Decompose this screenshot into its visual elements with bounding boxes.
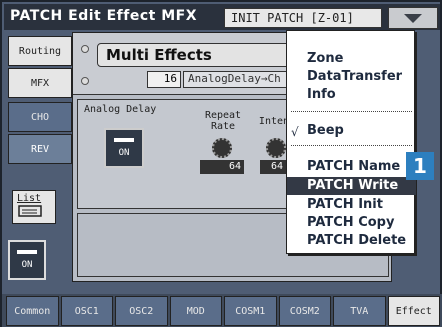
check-icon: √ xyxy=(291,125,299,139)
tab-effect[interactable]: Effect xyxy=(387,296,440,326)
intensity-value: 64 xyxy=(260,160,286,174)
menu-divider xyxy=(291,111,412,112)
menu-item-patch-write[interactable]: PATCH Write xyxy=(287,177,416,195)
screw-icon xyxy=(81,45,89,53)
list-icon xyxy=(18,205,42,217)
section-label: Analog Delay xyxy=(84,104,157,115)
callout-badge: 1 xyxy=(406,152,434,180)
tab-cosm2-label: COSM2 xyxy=(289,305,320,317)
tab-common-label: Common xyxy=(14,305,51,317)
mfx-on-label: ON xyxy=(21,260,33,270)
tab-rev-label: REV xyxy=(30,143,50,155)
effect-on-label: ON xyxy=(118,148,130,158)
switch-bar-icon xyxy=(17,250,37,254)
title-bar: PATCH Edit Effect MFX INIT PATCH [Z-01] xyxy=(4,4,440,30)
page-title: PATCH Edit Effect MFX xyxy=(10,8,197,24)
tab-cosm2[interactable]: COSM2 xyxy=(278,296,331,326)
effect-on-button[interactable]: ON xyxy=(104,128,144,168)
tab-cho[interactable]: CHO xyxy=(8,102,72,132)
tab-tva[interactable]: TVA xyxy=(333,296,386,326)
tab-cho-label: CHO xyxy=(30,111,50,123)
intensity-knob[interactable] xyxy=(266,138,286,158)
tab-osc2-label: OSC2 xyxy=(129,305,154,317)
tab-cosm1[interactable]: COSM1 xyxy=(224,296,277,326)
tab-effect-label: Effect xyxy=(395,305,432,317)
menu-item-info[interactable]: Info xyxy=(307,87,336,102)
tab-routing[interactable]: Routing xyxy=(8,36,72,66)
repeat-rate-knob[interactable] xyxy=(212,138,232,158)
tab-osc2[interactable]: OSC2 xyxy=(115,296,168,326)
tab-mfx-label: MFX xyxy=(30,77,50,89)
patch-display: INIT PATCH [Z-01] xyxy=(224,8,382,28)
tab-tva-label: TVA xyxy=(350,305,369,317)
list-button[interactable]: List xyxy=(12,190,56,224)
screw-icon xyxy=(81,77,89,85)
mfx-name-field: Multi Effects xyxy=(97,43,307,67)
tab-osc1[interactable]: OSC1 xyxy=(60,296,113,326)
mfx-on-switch[interactable]: ON xyxy=(8,240,46,280)
tab-mod-label: MOD xyxy=(186,305,205,317)
mfx-type-number[interactable]: 16 xyxy=(147,71,181,88)
menu-item-patch-init[interactable]: PATCH Init xyxy=(307,197,383,212)
menu-item-patch-copy[interactable]: PATCH Copy xyxy=(307,215,394,230)
utility-menu: Zone DataTransfer Info √ Beep PATCH Name… xyxy=(286,30,416,254)
menu-dropdown-button[interactable] xyxy=(388,7,438,29)
tab-cosm1-label: COSM1 xyxy=(235,305,266,317)
tab-common[interactable]: Common xyxy=(6,296,59,326)
menu-item-patch-delete[interactable]: PATCH Delete xyxy=(307,233,406,248)
list-label: List xyxy=(17,193,42,204)
tab-osc1-label: OSC1 xyxy=(74,305,99,317)
tab-mod[interactable]: MOD xyxy=(169,296,222,326)
menu-item-beep[interactable]: Beep xyxy=(307,123,344,138)
tab-rev[interactable]: REV xyxy=(8,134,72,164)
repeat-rate-value: 64 xyxy=(200,160,244,174)
switch-bar-icon xyxy=(114,138,134,142)
chevron-down-icon xyxy=(404,13,422,23)
param-label-repeat-rate: Repeat Rate xyxy=(204,110,242,132)
menu-item-zone[interactable]: Zone xyxy=(307,51,343,66)
menu-item-patch-name[interactable]: PATCH Name xyxy=(307,159,400,174)
bottom-tab-bar: Common OSC1 OSC2 MOD COSM1 COSM2 TVA Eff… xyxy=(2,294,442,327)
menu-item-datatransfer[interactable]: DataTransfer xyxy=(307,69,402,84)
menu-divider xyxy=(291,145,412,146)
screen: PATCH Edit Effect MFX INIT PATCH [Z-01] … xyxy=(0,0,442,327)
tab-mfx[interactable]: MFX xyxy=(8,68,72,98)
tab-routing-label: Routing xyxy=(18,45,62,57)
